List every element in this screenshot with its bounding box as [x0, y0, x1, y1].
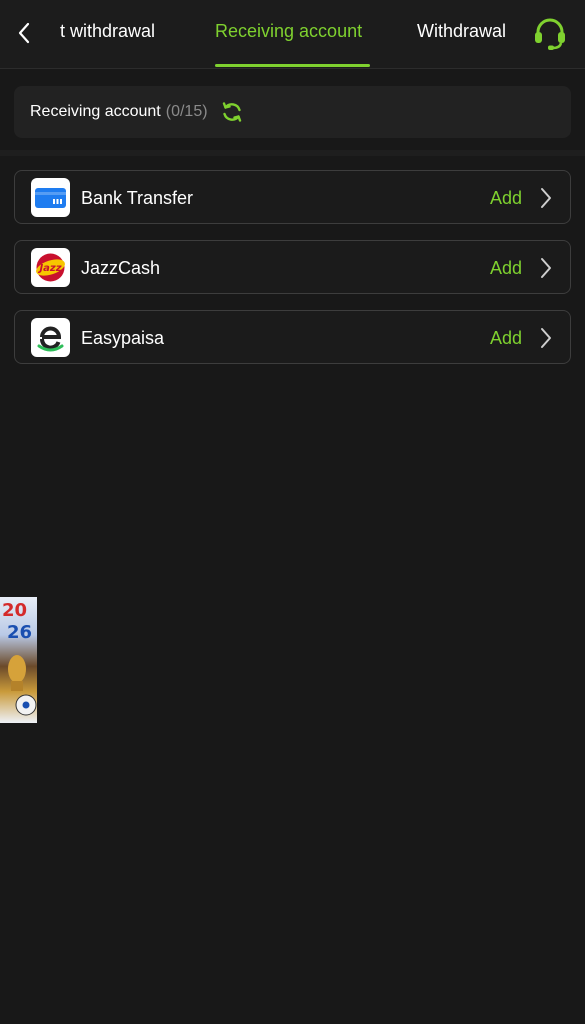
account-name: Bank Transfer	[81, 188, 194, 208]
chevron-right-icon	[541, 258, 551, 278]
top-bar: t withdrawal Receiving account Withdrawa…	[0, 0, 585, 69]
account-name: JazzCash	[81, 258, 161, 278]
world-cup-2026-image: 20 26	[2, 600, 37, 716]
headset-icon	[535, 18, 565, 50]
chevron-right-icon	[541, 188, 551, 208]
add-button[interactable]: Add	[490, 328, 522, 349]
floating-promo-banner[interactable]: 20 26	[0, 597, 37, 723]
receiving-account-summary: Receiving account (0/15)	[14, 86, 571, 138]
add-button[interactable]: Add	[490, 188, 522, 209]
svg-text:Jazz: Jazz	[37, 263, 61, 274]
summary-label: Receiving account	[30, 103, 161, 120]
active-tab-indicator	[215, 64, 370, 67]
customer-support-button[interactable]	[531, 16, 569, 52]
svg-text:26: 26	[7, 622, 32, 643]
account-row-easypaisa[interactable]: Easypaisa Add	[14, 310, 571, 364]
section-divider	[0, 150, 585, 156]
tab-bar: t withdrawal Receiving account Withdrawa…	[60, 0, 520, 69]
chevron-right-icon	[541, 328, 551, 348]
tab-withdrawal-history[interactable]: t withdrawal	[60, 21, 155, 42]
jazzcash-logo: Jazz	[31, 248, 70, 287]
bank-card-icon	[31, 178, 70, 217]
account-count: (0/15)	[165, 103, 208, 120]
account-name: Easypaisa	[81, 328, 165, 348]
chevron-left-icon	[18, 22, 30, 44]
account-row-jazzcash[interactable]: Jazz JazzCash Add	[14, 240, 571, 294]
easypaisa-logo	[31, 318, 70, 357]
back-button[interactable]	[10, 18, 38, 48]
add-button[interactable]: Add	[490, 258, 522, 279]
tab-withdrawal[interactable]: Withdrawal	[417, 21, 506, 42]
tab-receiving-account[interactable]: Receiving account	[215, 21, 362, 42]
refresh-icon[interactable]	[220, 100, 244, 124]
account-row-bank-transfer[interactable]: Bank Transfer Add	[14, 170, 571, 224]
svg-text:20: 20	[2, 600, 27, 621]
